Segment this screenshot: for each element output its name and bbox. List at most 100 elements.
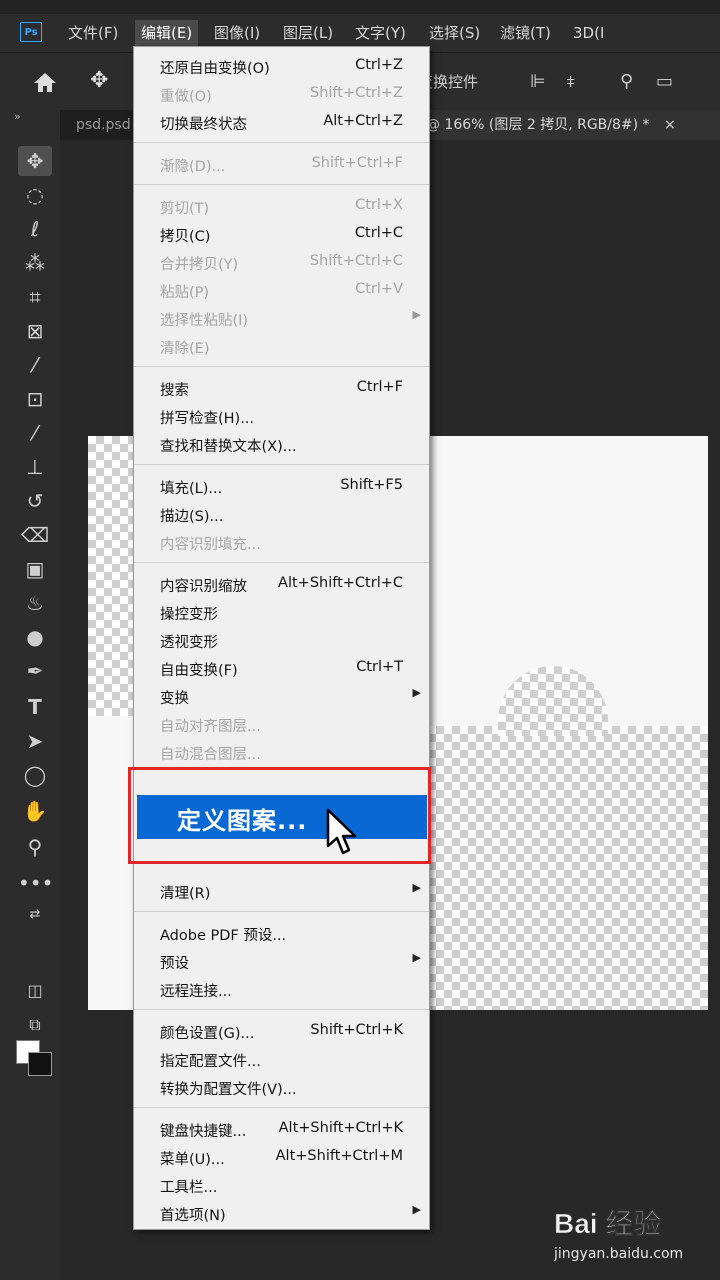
stamp-icon[interactable]: ⊥	[18, 452, 52, 482]
blur-icon[interactable]: ♨	[18, 588, 52, 618]
submenu-arrow-icon: ▶	[412, 686, 421, 699]
eyedropper-icon[interactable]: ⁄	[18, 350, 52, 380]
align-center-icon[interactable]: ⧧	[566, 71, 575, 93]
menu-separator	[134, 1009, 429, 1010]
menu-item-purge[interactable]: 清理(R) ▶	[134, 877, 429, 905]
menu-item-toggle-last-state[interactable]: 切换最终状态 Alt+Ctrl+Z	[134, 108, 429, 136]
menu-separator	[134, 142, 429, 143]
panel-collapse-icon[interactable]: »	[14, 110, 21, 123]
tab-title: @ 166% (图层 2 拷贝, RGB/8#) *	[426, 117, 650, 133]
menu-item-menus[interactable]: 菜单(U)... Alt+Shift+Ctrl+M	[134, 1143, 429, 1171]
menu-image[interactable]: 图像(I)	[208, 20, 266, 46]
mouse-cursor-icon	[326, 808, 357, 855]
photoshop-logo: Ps	[20, 22, 42, 42]
gradient-icon[interactable]: ▣	[18, 554, 52, 584]
menu-item-cut[interactable]: 剪切(T) Ctrl+X	[134, 192, 429, 220]
transparent-region	[88, 436, 138, 716]
menu-item-perspective-warp[interactable]: 透视变形	[134, 626, 429, 654]
zoom-icon[interactable]: ⚲	[18, 832, 52, 862]
tools-panel: » ✥ ◌ ℓ ⁂ ⌗ ⊠ ⁄ ⊡ ⁄ ⊥ ↺ ⌫ ▣ ♨ ● ✒ T ➤ ◯ …	[0, 110, 60, 1280]
menu-item-free-transform[interactable]: 自由变换(F) Ctrl+T	[134, 654, 429, 682]
menu-item-keyboard-shortcuts[interactable]: 键盘快捷键... Alt+Shift+Ctrl+K	[134, 1115, 429, 1143]
menu-separator	[134, 911, 429, 912]
menu-item-preferences[interactable]: 首选项(N) ▶	[134, 1199, 429, 1227]
menu-item-copy-merged[interactable]: 合并拷贝(Y) Shift+Ctrl+C	[134, 248, 429, 276]
swap-colors-icon[interactable]: ⇄	[18, 900, 52, 930]
menu-item-transform[interactable]: 变换 ▶	[134, 682, 429, 710]
menu-item-auto-align-layers[interactable]: 自动对齐图层...	[134, 710, 429, 738]
menu-item-adobe-pdf-presets[interactable]: Adobe PDF 预设...	[134, 919, 429, 947]
menu-item-content-aware-fill[interactable]: 内容识别填充...	[134, 528, 429, 556]
pen-icon[interactable]: ✒	[18, 656, 52, 686]
baidu-logo-icon: Bai 经验	[554, 1207, 662, 1240]
menu-item-fill[interactable]: 填充(L)... Shift+F5	[134, 472, 429, 500]
menu-item-paste[interactable]: 粘贴(P) Ctrl+V	[134, 276, 429, 304]
menu-3d[interactable]: 3D(I	[567, 20, 610, 46]
home-icon[interactable]	[32, 71, 58, 93]
screen-mode-icon[interactable]: ⧉	[18, 1010, 52, 1040]
brush-icon[interactable]: ⁄	[18, 418, 52, 448]
menu-separator	[134, 366, 429, 367]
menu-item-copy[interactable]: 拷贝(C) Ctrl+C	[134, 220, 429, 248]
tab-active-document[interactable]: @ 166% (图层 2 拷贝, RGB/8#) * ×	[410, 110, 720, 140]
menu-type[interactable]: 文字(Y)	[349, 20, 412, 46]
menu-item-paste-special[interactable]: 选择性粘贴(I) ▶	[134, 304, 429, 332]
menu-item-search[interactable]: 搜索 Ctrl+F	[134, 374, 429, 402]
submenu-arrow-icon: ▶	[412, 951, 421, 964]
background-color-swatch[interactable]	[28, 1052, 52, 1076]
frame-icon[interactable]: ⊠	[18, 316, 52, 346]
menu-item-presets[interactable]: 预设 ▶	[134, 947, 429, 975]
history-brush-icon[interactable]: ↺	[18, 486, 52, 516]
watermark-url: jingyan.baidu.com	[554, 1246, 684, 1262]
magic-wand-icon[interactable]: ⁂	[18, 248, 52, 278]
submenu-arrow-icon: ▶	[412, 308, 421, 321]
menu-separator	[134, 464, 429, 465]
transparent-region	[498, 666, 608, 736]
menu-layer[interactable]: 图层(L)	[277, 20, 339, 46]
hand-icon[interactable]: ✋	[18, 796, 52, 826]
menu-item-auto-blend-layers[interactable]: 自动混合图层...	[134, 738, 429, 766]
move-icon[interactable]: ✥	[18, 146, 52, 176]
submenu-arrow-icon: ▶	[412, 881, 421, 894]
menu-item-assign-profile[interactable]: 指定配置文件...	[134, 1045, 429, 1073]
path-select-icon[interactable]: ➤	[18, 726, 52, 756]
edit-menu-dropdown: 还原自由变换(O) Ctrl+Z 重做(O) Shift+Ctrl+Z 切换最终状态…	[133, 46, 430, 1230]
lasso-icon[interactable]: ℓ	[18, 214, 52, 244]
menu-item-check-spelling[interactable]: 拼写检查(H)...	[134, 402, 429, 430]
transparent-region	[428, 726, 708, 1010]
type-icon[interactable]: T	[18, 692, 52, 722]
ellipse-icon[interactable]: ◯	[18, 760, 52, 790]
move-tool-icon[interactable]: ✥	[90, 69, 114, 93]
menu-item-find-replace-text[interactable]: 查找和替换文本(X)...	[134, 430, 429, 458]
menu-item-toolbar[interactable]: 工具栏...	[134, 1171, 429, 1199]
search-icon[interactable]: ⚲	[620, 71, 633, 93]
menu-separator	[134, 184, 429, 185]
crop-icon[interactable]: ⌗	[18, 282, 52, 312]
menu-item-color-settings[interactable]: 颜色设置(G)... Shift+Ctrl+K	[134, 1017, 429, 1045]
submenu-arrow-icon: ▶	[412, 1203, 421, 1216]
menu-item-clear[interactable]: 清除(E)	[134, 332, 429, 360]
menu-item-convert-to-profile[interactable]: 转换为配置文件(V)...	[134, 1073, 429, 1101]
quick-mask-icon[interactable]: ◫	[18, 976, 52, 1006]
menu-item-fade[interactable]: 渐隐(D)... Shift+Ctrl+F	[134, 150, 429, 178]
baidu-jingyan-watermark: Bai 经验 jingyan.baidu.com	[550, 1190, 720, 1270]
eraser-icon[interactable]: ⌫	[18, 520, 52, 550]
menu-item-puppet-warp[interactable]: 操控变形	[134, 598, 429, 626]
annotation-highlight-box	[128, 767, 431, 864]
menu-item-stroke[interactable]: 描边(S)...	[134, 500, 429, 528]
menu-item-redo[interactable]: 重做(O) Shift+Ctrl+Z	[134, 80, 429, 108]
dodge-icon[interactable]: ●	[18, 622, 52, 652]
menu-file[interactable]: 文件(F)	[62, 20, 124, 46]
workspace-icon[interactable]: ▭	[656, 71, 673, 93]
marquee-icon[interactable]: ◌	[18, 180, 52, 210]
menu-filter[interactable]: 滤镜(T)	[494, 20, 557, 46]
menu-item-undo[interactable]: 还原自由变换(O) Ctrl+Z	[134, 52, 429, 80]
menu-edit[interactable]: 编辑(E)	[135, 20, 199, 46]
align-left-icon[interactable]: ⊫	[530, 71, 546, 93]
tab-close-icon[interactable]: ×	[664, 117, 676, 133]
menu-select[interactable]: 选择(S)	[423, 20, 486, 46]
more-icon[interactable]: •••	[18, 868, 53, 898]
menu-item-content-aware-scale[interactable]: 内容识别缩放 Alt+Shift+Ctrl+C	[134, 570, 429, 598]
menu-item-remote-connections[interactable]: 远程连接...	[134, 975, 429, 1003]
healing-brush-icon[interactable]: ⊡	[18, 384, 52, 414]
